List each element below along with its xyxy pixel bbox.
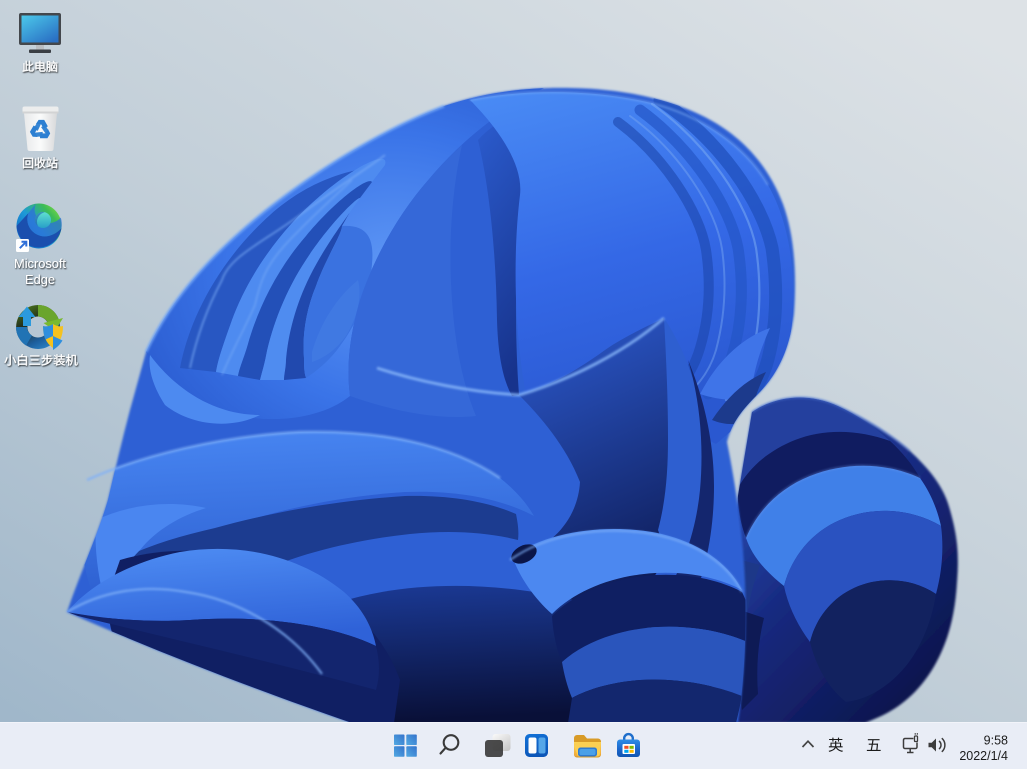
svg-text:Microsoft: Microsoft: [14, 256, 66, 271]
svg-text:9:58: 9:58: [984, 734, 1008, 748]
svg-text:2022/1/4: 2022/1/4: [959, 749, 1008, 763]
svg-text:Edge: Edge: [25, 272, 55, 287]
